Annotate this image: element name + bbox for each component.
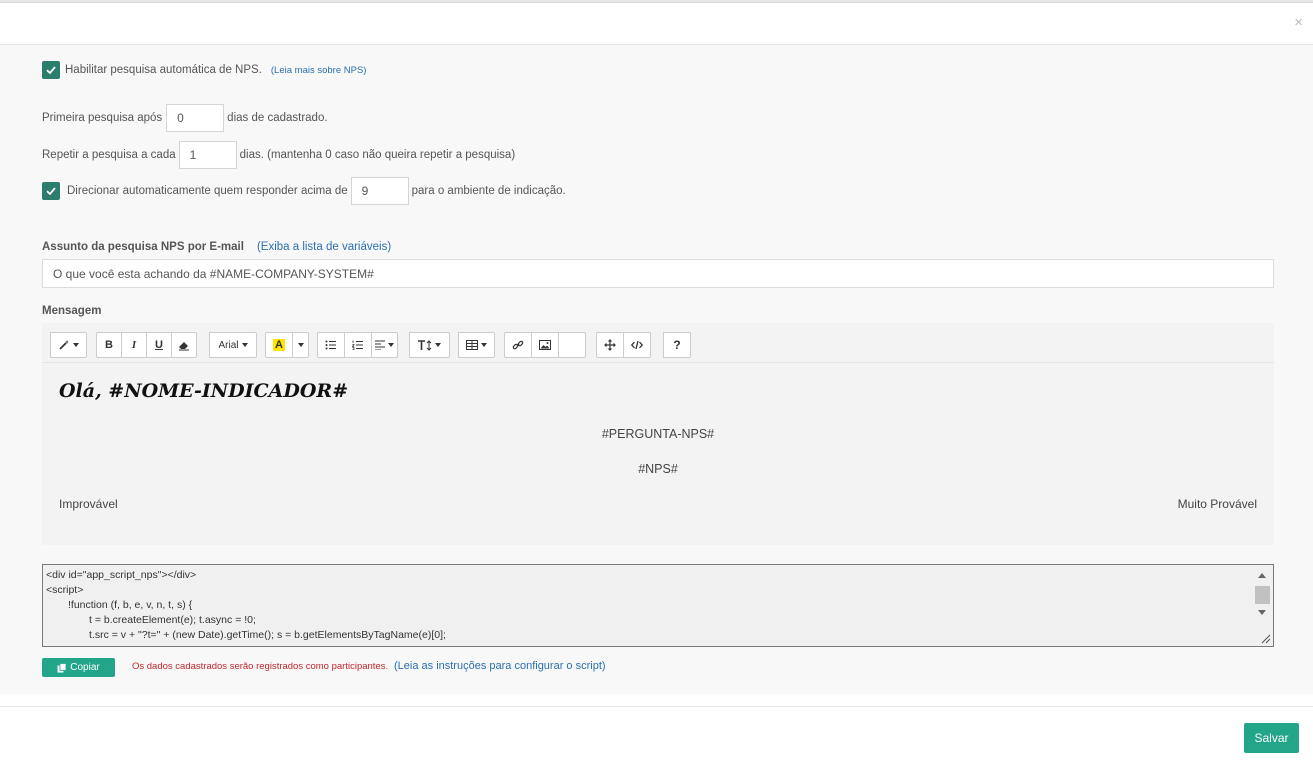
- modal-footer: Salvar: [0, 706, 1313, 767]
- insert-group: [504, 332, 586, 358]
- line-height-button[interactable]: [409, 332, 450, 358]
- message-editor[interactable]: B I U Arial A ? Olá, #NOME-INDICADOR# #P…: [42, 323, 1274, 545]
- repeat-survey-suffix: dias. (mantenha 0 caso não queira repeti…: [239, 149, 516, 161]
- checkmark-icon: [46, 187, 56, 196]
- subject-label: Assunto da pesquisa NPS por E-mail: [42, 241, 244, 253]
- link-icon: [512, 340, 524, 350]
- insert-image-button[interactable]: [531, 332, 559, 358]
- unordered-list-button[interactable]: [317, 332, 345, 358]
- font-family-button[interactable]: Arial: [209, 332, 257, 358]
- insert-table-button[interactable]: [458, 332, 495, 358]
- height-group: [409, 332, 450, 358]
- code-line: !function (f, b, e, v, n, t, s) {: [68, 599, 193, 611]
- enable-nps-label: Habilitar pesquisa automática de NPS.: [65, 64, 262, 76]
- redirect-checkbox[interactable]: [42, 182, 60, 200]
- message-label: Mensagem: [42, 305, 102, 317]
- chevron-down-icon: [435, 343, 441, 347]
- scroll-down-icon[interactable]: [1258, 610, 1266, 615]
- text-color-button[interactable]: A: [265, 332, 293, 358]
- code-line: <div id="app_script_nps"></div>: [46, 569, 197, 581]
- font-family-label: Arial: [218, 339, 239, 351]
- underline-button[interactable]: U: [146, 332, 172, 358]
- copy-button-label: Copiar: [70, 662, 100, 673]
- subject-input[interactable]: O que você esta achando da #NAME-COMPANY…: [42, 259, 1274, 288]
- image-icon: [539, 340, 551, 350]
- code-view-button[interactable]: [623, 332, 651, 358]
- repeat-survey-prefix: Repetir a pesquisa a cada: [42, 149, 176, 161]
- copy-icon: [57, 662, 67, 672]
- variables-link[interactable]: (Exiba a lista de variáveis): [257, 241, 391, 253]
- color-dropdown-button[interactable]: [292, 332, 309, 358]
- scale-left-label: Improvável: [59, 497, 118, 511]
- redirect-suffix: para o ambiente de indicação.: [411, 185, 566, 197]
- script-code-textarea[interactable]: <div id="app_script_nps"></div> <script>…: [42, 564, 1274, 647]
- insert-link-button[interactable]: [504, 332, 532, 358]
- checkmark-icon: [46, 66, 56, 75]
- message-label-row: Mensagem: [42, 305, 101, 317]
- help-button[interactable]: ?: [663, 332, 691, 358]
- redirect-score-input[interactable]: 9: [350, 177, 409, 205]
- magic-style-button[interactable]: [50, 332, 87, 358]
- help-group: ?: [663, 332, 691, 358]
- resize-handle-icon[interactable]: [1259, 632, 1271, 644]
- redirect-row: Direcionar automaticamente quem responde…: [42, 177, 566, 205]
- first-survey-suffix: dias de cadastrado.: [227, 112, 328, 124]
- redirect-prefix: Direcionar automaticamente quem responde…: [67, 185, 348, 197]
- eraser-icon: [179, 342, 189, 351]
- font-group: Arial: [209, 332, 257, 358]
- script-instructions-link[interactable]: (Leia as instruções para configurar o sc…: [394, 660, 606, 672]
- color-group: A: [265, 332, 309, 358]
- list-group: [317, 332, 398, 358]
- enable-nps-row: Habilitar pesquisa automática de NPS. (L…: [42, 61, 366, 79]
- format-group: B I U: [96, 332, 197, 358]
- editor-toolbar: B I U Arial A ?: [42, 323, 1274, 363]
- subject-label-row: Assunto da pesquisa NPS por E-mail (Exib…: [42, 241, 391, 253]
- participants-note: Os dados cadastrados serão registrados c…: [132, 661, 389, 672]
- table-icon: [466, 340, 478, 350]
- repeat-survey-row: Repetir a pesquisa a cada 1 dias. (mante…: [42, 141, 515, 169]
- italic-button[interactable]: I: [121, 332, 147, 358]
- nps-info-link[interactable]: (Leia mais sobre NPS): [271, 65, 367, 76]
- insert-video-button[interactable]: [558, 332, 586, 358]
- code-line: <script>: [46, 584, 84, 596]
- modal-header: ×: [0, 3, 1313, 45]
- table-group: [458, 332, 495, 358]
- scroll-thumb[interactable]: [1255, 586, 1270, 604]
- text-height-icon: [418, 339, 432, 351]
- chevron-down-icon: [297, 343, 304, 347]
- repeat-survey-days-input[interactable]: 1: [178, 141, 237, 169]
- code-line: t = b.createElement(e); t.async = !0;: [89, 614, 256, 626]
- chevron-down-icon: [241, 343, 248, 347]
- code-line: t.src = v + "?t=" + (new Date).getTime()…: [89, 629, 446, 641]
- save-button[interactable]: Salvar: [1244, 723, 1299, 753]
- clear-format-button[interactable]: [171, 332, 197, 358]
- enable-nps-checkbox[interactable]: [42, 61, 60, 79]
- chevron-down-icon: [388, 343, 394, 347]
- ordered-list-button[interactable]: [344, 332, 372, 358]
- first-survey-prefix: Primeira pesquisa após: [42, 112, 163, 124]
- style-group: [50, 332, 87, 358]
- bullet-list-icon: [325, 340, 336, 350]
- move-arrows-icon: [604, 339, 616, 351]
- scale-right-label: Muito Provável: [1177, 497, 1257, 511]
- chevron-down-icon: [481, 343, 487, 347]
- align-left-icon: [375, 340, 385, 350]
- first-survey-row: Primeira pesquisa após 0 dias de cadastr…: [42, 104, 328, 132]
- view-group: [596, 332, 651, 358]
- bold-button[interactable]: B: [96, 332, 122, 358]
- scroll-up-icon[interactable]: [1258, 573, 1266, 578]
- text-color-label: A: [273, 339, 285, 351]
- chevron-down-icon: [73, 343, 79, 347]
- nps-score-placeholder: #NPS#: [638, 462, 678, 476]
- fullscreen-button[interactable]: [596, 332, 624, 358]
- nps-question-placeholder: #PERGUNTA-NPS#: [601, 427, 715, 441]
- message-greeting: Olá, #NOME-INDICADOR#: [59, 380, 349, 402]
- magic-wand-icon: [59, 340, 69, 350]
- first-survey-days-input[interactable]: 0: [166, 104, 225, 132]
- numbered-list-icon: [352, 340, 363, 350]
- code-icon: [631, 340, 643, 350]
- paragraph-align-button[interactable]: [371, 332, 398, 358]
- close-icon[interactable]: ×: [1294, 15, 1303, 30]
- copy-button[interactable]: Copiar: [42, 658, 115, 677]
